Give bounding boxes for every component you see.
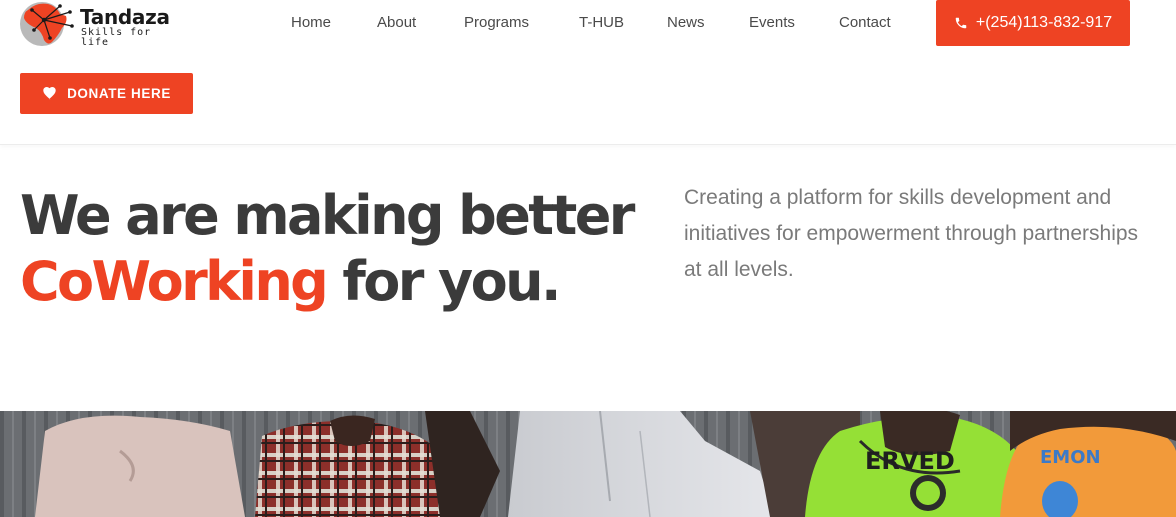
headline-accent: CoWorking — [20, 250, 329, 313]
nav-programs[interactable]: Programs — [464, 14, 529, 31]
africa-network-logo-icon — [20, 2, 74, 46]
svg-text:EMON: EMON — [1040, 447, 1101, 468]
donate-label: DONATE HERE — [67, 86, 171, 101]
nav-events[interactable]: Events — [749, 14, 795, 31]
phone-call-button[interactable]: +(254)113-832-917 — [936, 0, 1130, 46]
hero-headline: We are making better CoWorking for you. — [20, 183, 635, 315]
phone-icon — [955, 17, 967, 29]
headline-line1: We are making better — [20, 184, 635, 247]
heart-icon — [43, 87, 56, 100]
phone-number: +(254)113-832-917 — [975, 14, 1113, 31]
logo-name: Tandaza — [80, 5, 170, 29]
hero-description: Creating a platform for skills developme… — [684, 186, 1139, 281]
nav-t-hub[interactable]: T-HUB — [579, 14, 624, 31]
logo-tagline: Skills for life — [81, 27, 152, 48]
svg-text:ERVED: ERVED — [865, 447, 955, 475]
nav-news[interactable]: News — [667, 14, 705, 31]
donate-button[interactable]: DONATE HERE — [20, 73, 193, 114]
nav-contact[interactable]: Contact — [839, 14, 891, 31]
site-logo[interactable]: Tandaza Skills for life — [20, 0, 180, 48]
nav-home[interactable]: Home — [291, 14, 331, 31]
site-header: Tandaza Skills for life Home About Progr… — [0, 0, 1176, 145]
nav-about[interactable]: About — [377, 14, 416, 31]
hero-team-photo: ERVED EMON — [0, 411, 1176, 517]
headline-rest: for you. — [326, 250, 561, 313]
